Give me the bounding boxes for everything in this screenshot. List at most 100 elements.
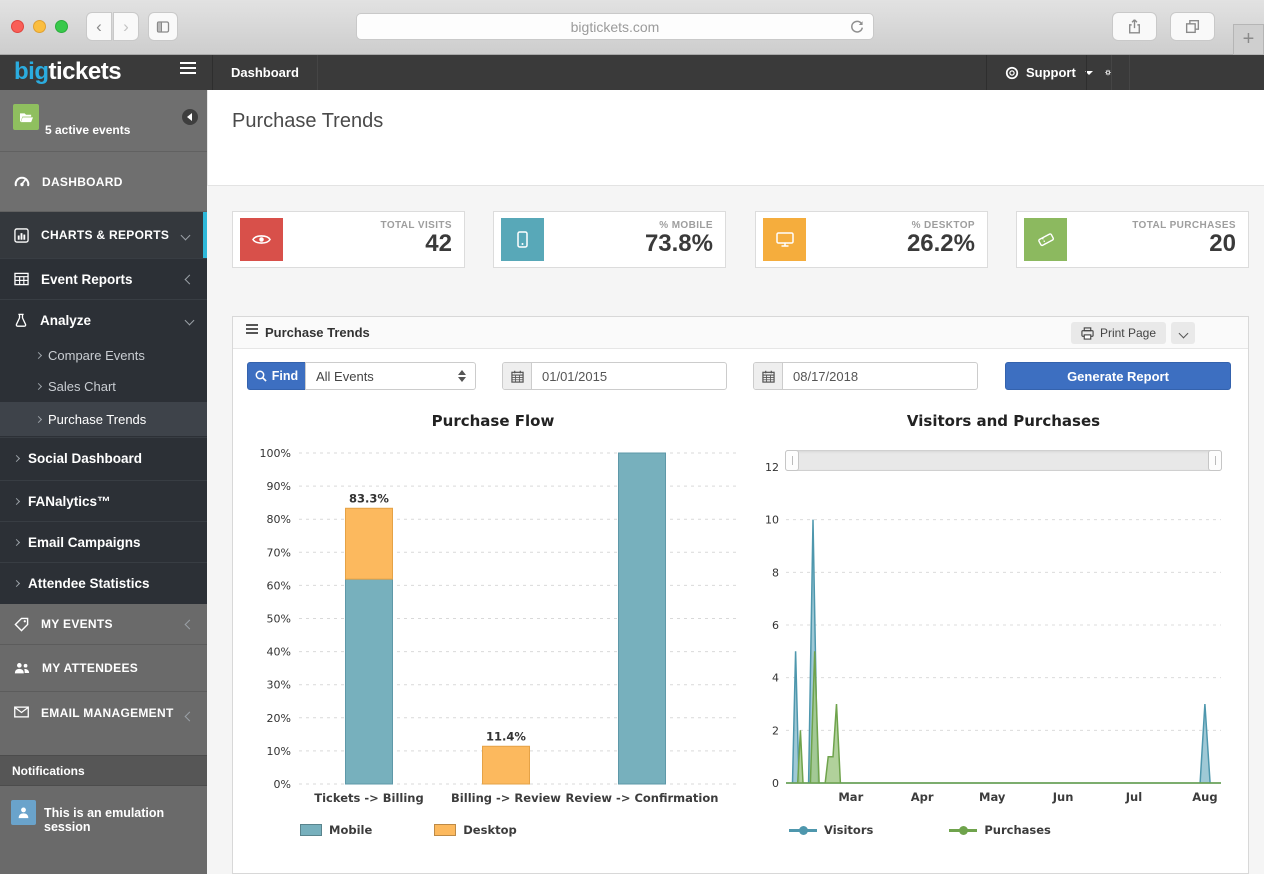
- folder-open-icon: [19, 111, 34, 124]
- sidebar-item-my-events[interactable]: MY EVENTS: [0, 604, 207, 645]
- navbar-settings-button[interactable]: [1086, 55, 1130, 90]
- date-from-field[interactable]: 01/01/2015: [502, 362, 727, 390]
- chart-title: Visitors and Purchases: [756, 412, 1251, 430]
- range-slider[interactable]: [785, 450, 1222, 471]
- sidebar-subitem-purchase-trends[interactable]: Purchase Trends: [0, 402, 207, 436]
- sidebar-item-event-reports[interactable]: Event Reports: [0, 258, 207, 299]
- range-slider-handle-right[interactable]: [1208, 450, 1222, 471]
- visitors-purchases-legend: Visitors Purchases: [756, 823, 1264, 837]
- svg-text:0: 0: [772, 777, 779, 790]
- active-events-label: 5 active events: [45, 123, 130, 137]
- svg-text:2: 2: [772, 724, 779, 737]
- reload-icon[interactable]: [849, 19, 865, 35]
- browser-address-bar[interactable]: bigtickets.com: [356, 13, 874, 40]
- svg-text:60%: 60%: [267, 579, 291, 592]
- stat-card-percent-desktop: % DESKTOP 26.2%: [755, 211, 988, 268]
- sidebar-subitem-compare-events[interactable]: Compare Events: [0, 340, 207, 371]
- window-close-button[interactable]: [11, 20, 24, 33]
- support-icon: [1005, 66, 1019, 80]
- svg-text:Review -> Confirmation: Review -> Confirmation: [566, 791, 719, 805]
- sidebar-collapse-button[interactable]: [182, 109, 198, 125]
- legend-line: [949, 829, 977, 832]
- svg-text:6: 6: [772, 619, 779, 632]
- sidebar-item-charts-reports[interactable]: CHARTS & REPORTS: [0, 212, 207, 258]
- visitors-purchases-chart: Visitors and Purchases 024681012MarAprMa…: [756, 406, 1251, 866]
- svg-text:90%: 90%: [267, 480, 291, 493]
- purchase-flow-chart: Purchase Flow 0%10%20%30%40%50%60%70%80%…: [243, 406, 743, 866]
- speedometer-icon: [14, 174, 30, 190]
- page-title: Purchase Trends: [232, 110, 383, 133]
- stat-value: 73.8%: [645, 231, 713, 256]
- chevron-left-icon: [185, 619, 195, 629]
- bar-chart-icon: [14, 228, 29, 243]
- navbar-dashboard-link[interactable]: Dashboard: [212, 55, 318, 90]
- url-text: bigtickets.com: [571, 19, 660, 35]
- sidebar-item-my-attendees[interactable]: MY ATTENDEES: [0, 645, 207, 692]
- sidebar-item-dashboard[interactable]: DASHBOARD: [0, 152, 207, 212]
- plus-icon: +: [1243, 28, 1255, 51]
- navbar-menu-toggle-button[interactable]: [180, 67, 196, 69]
- window-zoom-button[interactable]: [55, 20, 68, 33]
- find-button[interactable]: Find: [247, 362, 306, 390]
- table-icon: [14, 272, 29, 286]
- legend-item[interactable]: Desktop: [434, 823, 516, 837]
- svg-text:Jul: Jul: [1125, 790, 1142, 804]
- chevron-right-icon: [13, 579, 20, 586]
- emulation-session-message: This is an emulation session: [44, 806, 207, 834]
- ticket-icon: [1024, 218, 1067, 261]
- print-options-chevron-button[interactable]: [1171, 322, 1195, 344]
- date-to-value: 08/17/2018: [783, 363, 977, 389]
- browser-back-button[interactable]: ‹: [86, 12, 112, 41]
- chevron-down-icon: [1178, 328, 1188, 338]
- active-events-tile[interactable]: [13, 104, 39, 130]
- forward-icon: ›: [123, 17, 129, 37]
- browser-new-tab-button[interactable]: +: [1233, 24, 1264, 55]
- browser-share-button[interactable]: [1112, 12, 1157, 41]
- sidebar-item-fanalytics[interactable]: FANalytics™: [0, 480, 207, 521]
- panel-menu-icon[interactable]: [246, 328, 258, 330]
- legend-item[interactable]: Mobile: [300, 823, 372, 837]
- date-to-field[interactable]: 08/17/2018: [753, 362, 978, 390]
- stat-value: 26.2%: [907, 231, 975, 256]
- sidebar-item-email-campaigns[interactable]: Email Campaigns: [0, 521, 207, 562]
- range-slider-handle-left[interactable]: [785, 450, 799, 471]
- notification-panel: This is an emulation session: [0, 786, 207, 874]
- legend-item[interactable]: Visitors: [789, 823, 873, 837]
- print-page-button[interactable]: Print Page: [1071, 322, 1166, 344]
- browser-forward-button[interactable]: ›: [113, 12, 139, 41]
- users-icon: [14, 661, 30, 675]
- chevron-down-icon: [185, 315, 195, 325]
- svg-text:10: 10: [765, 514, 779, 527]
- bigtickets-logo[interactable]: bigtickets: [14, 58, 121, 86]
- legend-swatch: [300, 824, 322, 836]
- chevron-right-icon: [13, 454, 20, 461]
- window-minimize-button[interactable]: [33, 20, 46, 33]
- sidebar-item-analyze[interactable]: Analyze: [0, 299, 207, 340]
- browser-tabs-overview-button[interactable]: [1170, 12, 1215, 41]
- legend-label: Purchases: [984, 823, 1051, 837]
- mobile-icon: [501, 218, 544, 261]
- sidebar-item-social-dashboard[interactable]: Social Dashboard: [0, 437, 207, 478]
- sidebar: 5 active events DASHBOARD CHARTS & REPOR…: [0, 90, 207, 874]
- stat-card-total-visits: TOTAL VISITS 42: [232, 211, 465, 268]
- browser-titlebar: ‹ › bigtickets.com: [0, 0, 1264, 55]
- stat-card-total-purchases: TOTAL PURCHASES 20: [1016, 211, 1249, 268]
- calendar-icon: [754, 363, 783, 389]
- event-filter-select[interactable]: All Events: [305, 362, 476, 390]
- sidebar-subitem-sales-chart[interactable]: Sales Chart: [0, 371, 207, 402]
- svg-text:Jun: Jun: [1052, 790, 1074, 804]
- svg-text:100%: 100%: [260, 447, 291, 460]
- sidebar-item-attendee-statistics[interactable]: Attendee Statistics: [0, 562, 207, 603]
- desktop-icon: [763, 218, 806, 261]
- sidebar-events-summary: 5 active events: [0, 90, 207, 152]
- generate-report-button[interactable]: Generate Report: [1005, 362, 1231, 390]
- sidebar-item-email-management[interactable]: EMAIL MANAGEMENT: [0, 692, 207, 755]
- chart-title: Purchase Flow: [243, 412, 743, 430]
- svg-text:80%: 80%: [267, 513, 291, 526]
- purchase-flow-legend: Mobile Desktop: [243, 823, 800, 837]
- browser-sidebar-toggle-button[interactable]: [148, 12, 178, 41]
- legend-item[interactable]: Purchases: [949, 823, 1051, 837]
- page-header: Purchase Trends: [207, 90, 1264, 186]
- svg-text:83.3%: 83.3%: [349, 491, 389, 505]
- user-icon: [17, 806, 30, 819]
